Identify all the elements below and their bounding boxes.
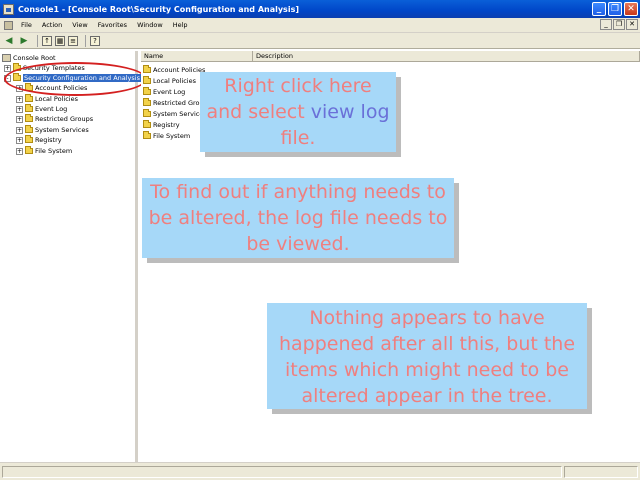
list-item[interactable]: Local Policies xyxy=(143,76,196,86)
list-item-label: Registry xyxy=(153,121,180,129)
back-arrow-icon[interactable]: ◀ xyxy=(3,35,15,47)
status-cell xyxy=(564,466,638,478)
close-button[interactable]: ✕ xyxy=(624,2,638,16)
up-folder-icon[interactable]: ↑ xyxy=(42,35,52,46)
list-item[interactable]: Account Policies xyxy=(143,65,205,75)
list-item[interactable]: Event Log xyxy=(143,87,185,97)
tree-item-file-system[interactable]: + File System xyxy=(16,146,72,156)
column-header-name[interactable]: Name xyxy=(141,51,253,62)
column-header-description[interactable]: Description xyxy=(253,51,640,62)
document-icon[interactable] xyxy=(4,20,13,30)
window-title: Console1 - [Console Root\Security Config… xyxy=(18,4,299,14)
tree-item-registry[interactable]: + Registry xyxy=(16,135,62,145)
status-bar xyxy=(0,462,640,480)
tree-root-label: Console Root xyxy=(13,54,56,62)
callout-highlight: view log xyxy=(310,101,390,123)
expand-icon[interactable]: + xyxy=(16,95,23,103)
tree-item-label: Registry xyxy=(35,136,62,144)
callout-line: Right click here xyxy=(224,75,372,97)
folder-icon xyxy=(25,135,33,143)
minimize-button[interactable]: _ xyxy=(592,2,606,16)
folder-icon xyxy=(143,131,151,139)
tree-item-label: Local Policies xyxy=(35,95,78,103)
callout-nothing-appears: Nothing appears to have happened after a… xyxy=(267,303,587,409)
list-item-label: Local Policies xyxy=(153,77,196,85)
callout-text: and select xyxy=(206,101,311,123)
folder-icon xyxy=(25,104,33,112)
forward-arrow-icon[interactable]: ▶ xyxy=(18,35,30,47)
menu-help[interactable]: Help xyxy=(168,21,193,29)
folder-icon xyxy=(143,65,151,73)
tree-item-label: Event Log xyxy=(35,105,68,113)
tree-item-restricted-groups[interactable]: + Restricted Groups xyxy=(16,114,93,124)
tree-item-event-log[interactable]: + Event Log xyxy=(16,104,67,114)
child-close-button[interactable]: ✕ xyxy=(626,19,638,30)
tree-root[interactable]: Console Root xyxy=(2,53,56,63)
menu-view[interactable]: View xyxy=(67,21,92,29)
tree-item-label: File System xyxy=(35,147,73,155)
list-item[interactable]: Registry xyxy=(143,120,180,130)
tree-item-label: System Services xyxy=(35,126,89,134)
help-icon[interactable]: ? xyxy=(90,35,100,46)
expand-icon[interactable]: + xyxy=(16,147,23,155)
folder-icon xyxy=(143,120,151,128)
child-restore-button[interactable]: ❐ xyxy=(613,19,625,30)
folder-icon xyxy=(25,146,33,154)
expand-icon[interactable]: + xyxy=(16,136,23,144)
tree-item-system-services[interactable]: + System Services xyxy=(16,125,89,135)
toolbar: ◀ ▶ ↑ ▦ ≡ ? xyxy=(0,33,640,49)
child-minimize-button[interactable]: _ xyxy=(600,19,612,30)
expand-icon[interactable]: + xyxy=(16,126,23,134)
tree-pane: Console Root + Security Templates - Secu… xyxy=(0,51,141,462)
folder-icon xyxy=(25,94,33,102)
list-item-label: File System xyxy=(153,132,191,140)
callout-right-click: Right click here and select view log fil… xyxy=(200,72,396,152)
console-app-icon xyxy=(3,3,14,15)
folder-icon xyxy=(143,76,151,84)
toolbar-separator xyxy=(37,34,38,47)
highlight-ellipse xyxy=(4,62,147,96)
list-item-label: System Services xyxy=(153,110,207,118)
title-bar: Console1 - [Console Root\Security Config… xyxy=(0,0,640,18)
menu-favorites[interactable]: Favorites xyxy=(93,21,132,29)
folder-icon xyxy=(25,114,33,122)
folder-icon xyxy=(143,98,151,106)
list-item-label: Account Policies xyxy=(153,66,206,74)
callout-line: and select view log xyxy=(200,99,396,125)
expand-icon[interactable]: + xyxy=(16,105,23,113)
child-window-buttons: _ ❐ ✕ xyxy=(599,19,638,30)
menu-file[interactable]: File xyxy=(16,21,37,29)
list-item-label: Event Log xyxy=(153,88,186,96)
expand-icon[interactable]: + xyxy=(16,115,23,123)
status-cell xyxy=(2,466,562,478)
menu-bar: File Action View Favorites Window Help _… xyxy=(0,18,640,33)
list-item[interactable]: System Services xyxy=(143,109,207,119)
menu-window[interactable]: Window xyxy=(132,21,168,29)
list-item[interactable]: File System xyxy=(143,131,190,141)
folder-icon xyxy=(143,87,151,95)
console-root-icon xyxy=(2,54,11,62)
show-hide-tree-icon[interactable]: ▦ xyxy=(55,35,65,46)
callout-line: file. xyxy=(280,127,316,149)
callout-log-file: To find out if anything needs to be alte… xyxy=(142,178,454,258)
toolbar-separator xyxy=(85,34,86,47)
tree-item-label: Restricted Groups xyxy=(35,115,94,123)
export-list-icon[interactable]: ≡ xyxy=(68,35,78,46)
menu-action[interactable]: Action xyxy=(37,21,67,29)
maximize-button[interactable]: ❐ xyxy=(608,2,622,16)
folder-icon xyxy=(143,109,151,117)
folder-icon xyxy=(25,125,33,133)
expand-icon[interactable]: + xyxy=(4,64,11,72)
